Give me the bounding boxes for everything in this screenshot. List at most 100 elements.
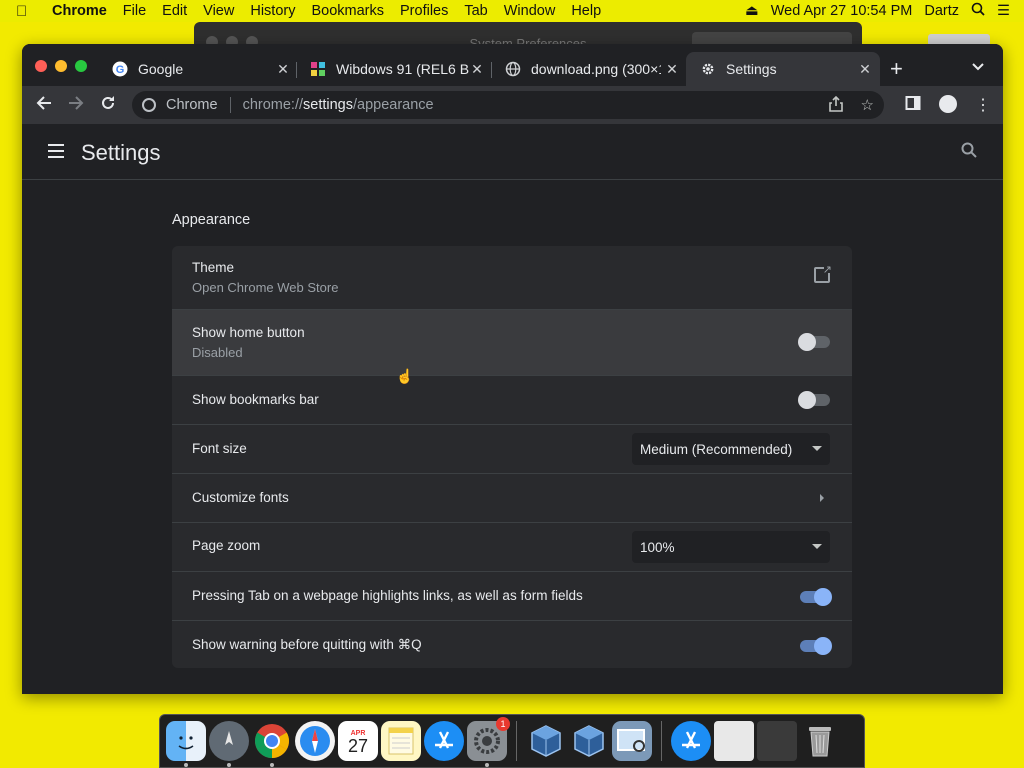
setting-row-quit-warning[interactable]: Show warning before quitting with ⌘Q — [172, 621, 852, 668]
globe-icon — [505, 61, 521, 77]
spotlight-search-icon[interactable] — [971, 2, 985, 20]
site-info-chip[interactable]: Chrome — [132, 97, 218, 113]
finder-icon[interactable] — [166, 721, 206, 767]
new-tab-icon[interactable]: + — [890, 58, 903, 80]
tab-highlight-toggle[interactable] — [800, 588, 832, 606]
bookmarks-bar-toggle[interactable] — [798, 391, 830, 409]
reload-icon[interactable] — [100, 95, 116, 114]
tab-wibdows[interactable]: Wibdows 91 (REL6 BET ✕ — [296, 52, 492, 86]
trash-icon[interactable] — [800, 721, 840, 761]
url-host: settings — [303, 97, 353, 113]
share-icon[interactable] — [828, 95, 843, 116]
hamburger-menu-icon[interactable] — [48, 144, 64, 162]
setting-row-tab-highlight[interactable]: Pressing Tab on a webpage highlights lin… — [172, 572, 852, 621]
macos-dock: APR 27 1 — [159, 714, 865, 768]
close-window-button[interactable] — [35, 60, 47, 72]
setting-row-bookmarks-bar[interactable]: Show bookmarks bar — [172, 376, 852, 425]
notification-badge: 1 — [496, 717, 510, 731]
select-value: Medium (Recommended) — [640, 441, 793, 457]
chevron-right-icon — [820, 494, 824, 502]
calendar-icon[interactable]: APR 27 — [338, 721, 378, 761]
apple-menu-icon[interactable]:  — [16, 3, 42, 20]
dropdown-caret-icon — [812, 446, 822, 451]
eject-icon[interactable]: ⏏ — [745, 3, 759, 19]
address-bar[interactable]: Chrome chrome://settings/appearance ☆ — [132, 91, 884, 119]
tab-strip: G Google ✕ Wibdows 91 (REL6 BET ✕ downlo… — [22, 44, 1003, 86]
menu-help[interactable]: Help — [571, 3, 601, 19]
virtualbox-icon[interactable] — [526, 721, 566, 761]
menu-tab[interactable]: Tab — [464, 3, 487, 19]
control-center-icon[interactable]: ☰ — [997, 3, 1010, 19]
setting-row-customize-fonts[interactable]: Customize fonts — [172, 474, 852, 523]
minimize-window-button[interactable] — [55, 60, 67, 72]
url-scheme: chrome:// — [242, 97, 304, 113]
page-zoom-select[interactable]: 100% — [632, 531, 830, 563]
chrome-window: G Google ✕ Wibdows 91 (REL6 BET ✕ downlo… — [22, 44, 1003, 694]
side-panel-icon[interactable] — [905, 95, 921, 116]
menu-bookmarks[interactable]: Bookmarks — [311, 3, 384, 19]
tab-download-png[interactable]: download.png (300×15 ✕ — [491, 52, 687, 86]
chrome-icon[interactable] — [252, 721, 292, 767]
menu-edit[interactable]: Edit — [162, 3, 187, 19]
tab-settings[interactable]: Settings ✕ — [686, 52, 880, 86]
setting-row-home-button[interactable]: Show home button Disabled — [172, 310, 852, 376]
bookmark-star-icon[interactable]: ☆ — [861, 96, 874, 116]
page-title: Settings — [81, 140, 161, 165]
app-store-icon[interactable] — [671, 721, 711, 761]
forward-arrow-icon[interactable] — [68, 95, 84, 114]
setting-label: Font size — [192, 441, 247, 456]
setting-label: Show warning before quitting with ⌘Q — [192, 637, 422, 652]
menu-user[interactable]: Dartz — [924, 3, 959, 19]
calendar-day: 27 — [347, 735, 369, 756]
settings-page: Settings Appearance Theme Open Chrome We… — [22, 124, 1003, 694]
close-tab-icon[interactable]: ✕ — [468, 60, 486, 78]
home-button-toggle[interactable] — [798, 333, 830, 351]
dock-divider — [516, 721, 517, 761]
back-arrow-icon[interactable] — [36, 95, 52, 114]
folder-icon[interactable] — [714, 721, 754, 761]
close-tab-icon[interactable]: ✕ — [856, 60, 874, 78]
dock-divider — [661, 721, 662, 761]
setting-row-font-size: Font size Medium (Recommended) — [172, 425, 852, 474]
setting-label: Show bookmarks bar — [192, 392, 319, 407]
tab-label: download.png (300×15 — [531, 61, 661, 77]
setting-sublabel: Open Chrome Web Store — [192, 280, 339, 295]
app-store-icon[interactable] — [424, 721, 464, 761]
search-icon[interactable] — [961, 142, 977, 163]
font-size-select[interactable]: Medium (Recommended) — [632, 433, 830, 465]
macos-menu-bar:  Chrome File Edit View History Bookmark… — [0, 0, 1024, 22]
tab-label: Wibdows 91 (REL6 BET — [336, 61, 470, 77]
setting-row-theme[interactable]: Theme Open Chrome Web Store ↗ — [172, 246, 852, 310]
external-link-icon[interactable]: ↗ — [814, 264, 832, 283]
zoom-window-button[interactable] — [75, 60, 87, 72]
omnibox-actions: ☆ — [828, 95, 874, 116]
more-menu-icon[interactable]: ⋮ — [975, 95, 991, 116]
notes-icon[interactable] — [381, 721, 421, 761]
dropdown-caret-icon — [812, 544, 822, 549]
system-preferences-icon[interactable]: 1 — [467, 717, 510, 767]
chevron-down-icon[interactable] — [972, 58, 984, 74]
appearance-card: Theme Open Chrome Web Store ↗ Show home … — [172, 246, 852, 668]
menu-profiles[interactable]: Profiles — [400, 3, 448, 19]
site-chip-label: Chrome — [166, 97, 218, 113]
menu-file[interactable]: File — [123, 3, 146, 19]
quit-warning-toggle[interactable] — [800, 637, 832, 655]
screenshot-icon[interactable] — [757, 721, 797, 761]
launchpad-icon[interactable] — [209, 721, 249, 767]
menu-history[interactable]: History — [250, 3, 295, 19]
virtualbox-vm-icon[interactable] — [569, 721, 609, 761]
menu-app-name[interactable]: Chrome — [52, 3, 107, 19]
close-tab-icon[interactable]: ✕ — [274, 60, 292, 78]
mouse-cursor-icon: ☝ — [396, 368, 414, 384]
setting-label: Theme — [192, 260, 235, 275]
menu-view[interactable]: View — [203, 3, 234, 19]
close-tab-icon[interactable]: ✕ — [663, 60, 681, 78]
menu-clock[interactable]: Wed Apr 27 10:54 PM — [771, 3, 913, 19]
setting-label: Page zoom — [192, 538, 261, 553]
setting-label: Pressing Tab on a webpage highlights lin… — [192, 588, 583, 603]
menu-window[interactable]: Window — [504, 3, 556, 19]
tab-google[interactable]: G Google ✕ — [98, 52, 298, 86]
profile-avatar-icon[interactable] — [939, 95, 957, 116]
preview-icon[interactable] — [612, 721, 652, 761]
safari-icon[interactable] — [295, 721, 335, 761]
